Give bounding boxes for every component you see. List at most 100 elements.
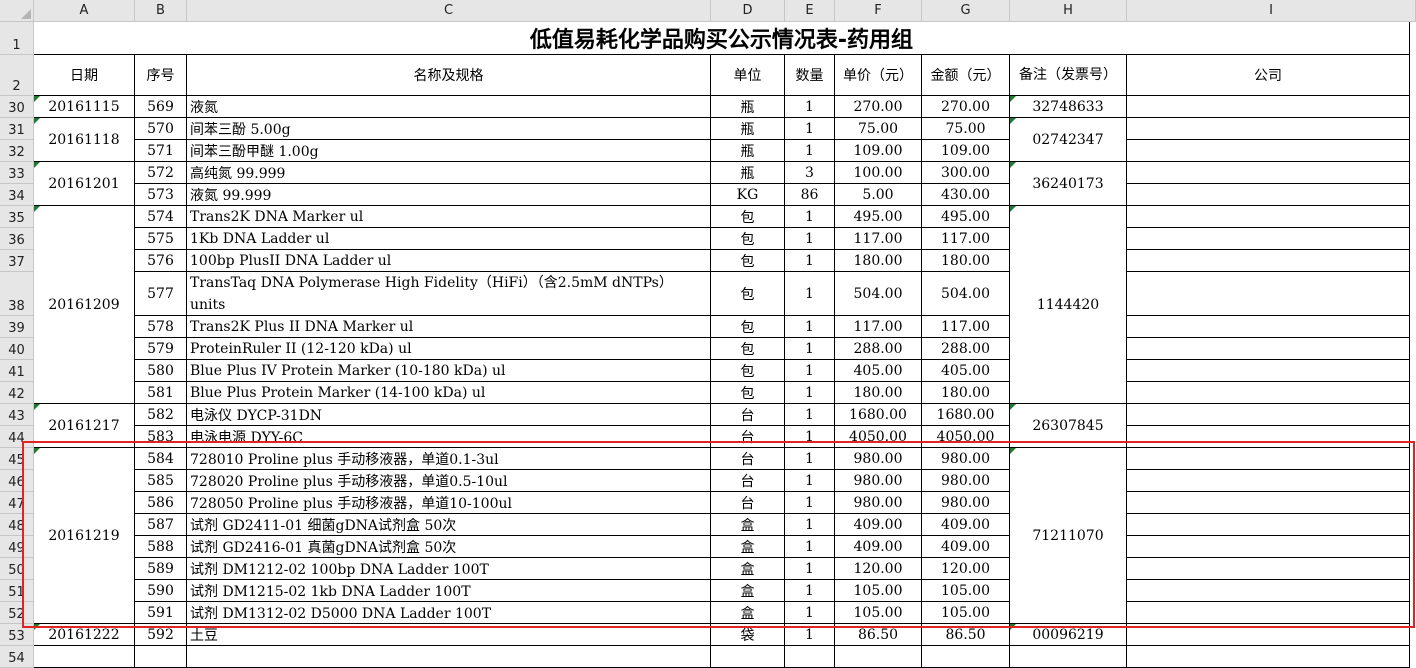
seq-cell[interactable]: 579 [135, 338, 187, 360]
name-spec-cell[interactable]: 土豆 [187, 624, 711, 646]
row-header-42[interactable]: 42 [0, 382, 34, 404]
unit-cell[interactable]: 包 [711, 382, 785, 404]
unit-price-cell[interactable]: 4050.00 [835, 426, 922, 448]
qty-cell[interactable]: 1 [785, 250, 835, 272]
amount-cell[interactable]: 300.00 [922, 162, 1010, 184]
empty-cell[interactable] [711, 646, 785, 668]
unit-price-cell[interactable]: 180.00 [835, 250, 922, 272]
column-header-e[interactable]: E [785, 0, 835, 22]
unit-price-cell[interactable]: 504.00 [835, 272, 922, 316]
row-header-34[interactable]: 34 [0, 184, 34, 206]
row-header-48[interactable]: 48 [0, 514, 34, 536]
company-cell[interactable] [1127, 514, 1410, 536]
unit-cell[interactable]: 瓶 [711, 140, 785, 162]
company-cell[interactable] [1127, 162, 1410, 184]
seq-cell[interactable]: 581 [135, 382, 187, 404]
company-cell[interactable] [1127, 360, 1410, 382]
name-spec-cell[interactable]: 试剂 GD2411-01 细菌gDNA试剂盒 50次 [187, 514, 711, 536]
date-cell[interactable]: 20161115 [34, 96, 135, 118]
qty-cell[interactable]: 1 [785, 96, 835, 118]
amount-cell[interactable]: 980.00 [922, 470, 1010, 492]
qty-cell[interactable]: 1 [785, 338, 835, 360]
name-spec-cell[interactable]: 电泳仪 DYCP-31DN [187, 404, 711, 426]
row-header-54[interactable]: 54 [0, 646, 34, 668]
row-header-44[interactable]: 44 [0, 426, 34, 448]
name-spec-cell[interactable]: 728010 Proline plus 手动移液器，单道0.1-3ul [187, 448, 711, 470]
unit-cell[interactable]: 瓶 [711, 96, 785, 118]
row-header-49[interactable]: 49 [0, 536, 34, 558]
amount-cell[interactable]: 180.00 [922, 250, 1010, 272]
header-cell-amount[interactable]: 金额（元） [922, 55, 1010, 96]
empty-cell[interactable] [34, 646, 135, 668]
seq-cell[interactable]: 577 [135, 272, 187, 316]
qty-cell[interactable]: 1 [785, 228, 835, 250]
name-spec-cell[interactable]: TransTaq DNA Polymerase High Fidelity（Hi… [187, 272, 711, 316]
unit-price-cell[interactable]: 409.00 [835, 536, 922, 558]
qty-cell[interactable]: 1 [785, 448, 835, 470]
amount-cell[interactable]: 109.00 [922, 140, 1010, 162]
seq-cell[interactable]: 591 [135, 602, 187, 624]
company-cell[interactable] [1127, 316, 1410, 338]
row-header-37[interactable]: 37 [0, 250, 34, 272]
unit-cell[interactable]: 台 [711, 404, 785, 426]
company-cell[interactable] [1127, 250, 1410, 272]
seq-cell[interactable]: 573 [135, 184, 187, 206]
empty-cell[interactable] [1127, 646, 1410, 668]
qty-cell[interactable]: 86 [785, 184, 835, 206]
unit-cell[interactable]: 包 [711, 228, 785, 250]
empty-cell[interactable] [835, 646, 922, 668]
seq-cell[interactable]: 590 [135, 580, 187, 602]
amount-cell[interactable]: 1680.00 [922, 404, 1010, 426]
unit-cell[interactable]: 盒 [711, 558, 785, 580]
unit-price-cell[interactable]: 405.00 [835, 360, 922, 382]
unit-price-cell[interactable]: 180.00 [835, 382, 922, 404]
row-header-43[interactable]: 43 [0, 404, 34, 426]
amount-cell[interactable]: 405.00 [922, 360, 1010, 382]
seq-cell[interactable]: 576 [135, 250, 187, 272]
name-spec-cell[interactable]: 1Kb DNA Ladder ul [187, 228, 711, 250]
unit-cell[interactable]: 台 [711, 448, 785, 470]
name-spec-cell[interactable]: 间苯三酚甲醚 1.00g [187, 140, 711, 162]
seq-cell[interactable]: 587 [135, 514, 187, 536]
unit-price-cell[interactable]: 105.00 [835, 602, 922, 624]
unit-price-cell[interactable]: 980.00 [835, 448, 922, 470]
column-header-g[interactable]: G [922, 0, 1010, 22]
header-cell-qty[interactable]: 数量 [785, 55, 835, 96]
company-cell[interactable] [1127, 228, 1410, 250]
qty-cell[interactable]: 1 [785, 580, 835, 602]
amount-cell[interactable]: 409.00 [922, 514, 1010, 536]
empty-cell[interactable] [135, 646, 187, 668]
qty-cell[interactable]: 1 [785, 426, 835, 448]
invoice-number-cell[interactable]: 32748633 [1010, 96, 1127, 118]
unit-price-cell[interactable]: 980.00 [835, 470, 922, 492]
unit-price-cell[interactable]: 5.00 [835, 184, 922, 206]
amount-cell[interactable]: 504.00 [922, 272, 1010, 316]
company-cell[interactable] [1127, 426, 1410, 448]
unit-cell[interactable]: 台 [711, 492, 785, 514]
unit-price-cell[interactable]: 495.00 [835, 206, 922, 228]
company-cell[interactable] [1127, 558, 1410, 580]
column-header-a[interactable]: A [34, 0, 135, 22]
unit-cell[interactable]: 包 [711, 206, 785, 228]
amount-cell[interactable]: 105.00 [922, 580, 1010, 602]
unit-price-cell[interactable]: 270.00 [835, 96, 922, 118]
company-cell[interactable] [1127, 338, 1410, 360]
column-header-i[interactable]: I [1127, 0, 1416, 22]
company-cell[interactable] [1127, 206, 1410, 228]
header-cell-unit[interactable]: 单位 [711, 55, 785, 96]
unit-cell[interactable]: 包 [711, 338, 785, 360]
date-cell[interactable]: 20161209 [34, 206, 135, 404]
spreadsheet-grid[interactable]: A B C D E F G H I 1 2 30 31 32 33 34 35 36 37 38 39 40 41 42 43 4… [0, 0, 1416, 668]
row-header-52[interactable]: 52 [0, 602, 34, 624]
seq-cell[interactable]: 572 [135, 162, 187, 184]
qty-cell[interactable]: 1 [785, 316, 835, 338]
seq-cell[interactable]: 592 [135, 624, 187, 646]
company-cell[interactable] [1127, 492, 1410, 514]
unit-cell[interactable]: 包 [711, 250, 785, 272]
name-spec-cell[interactable]: Blue Plus Protein Marker (14-100 kDa) ul [187, 382, 711, 404]
row-header-50[interactable]: 50 [0, 558, 34, 580]
unit-cell[interactable]: KG [711, 184, 785, 206]
date-cell[interactable]: 20161118 [34, 118, 135, 162]
name-spec-cell[interactable]: 728020 Proline plus 手动移液器，单道0.5-10ul [187, 470, 711, 492]
row-header-46[interactable]: 46 [0, 470, 34, 492]
